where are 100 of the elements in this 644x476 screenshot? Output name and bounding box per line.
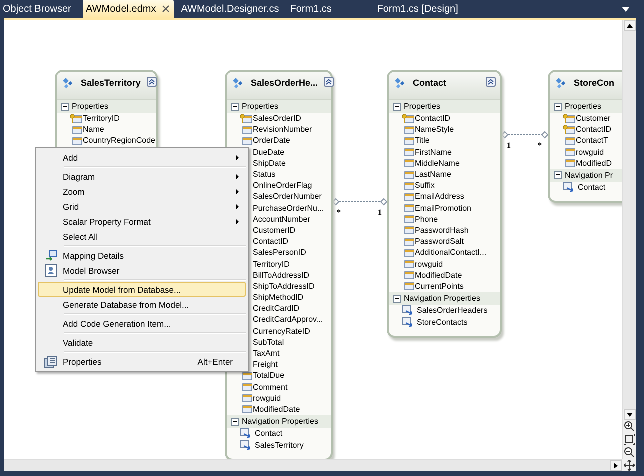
document-tab[interactable]: Object Browser bbox=[0, 0, 79, 18]
property-name[interactable]: CustomerID bbox=[253, 226, 296, 235]
navigation-property-name[interactable]: Contact bbox=[255, 429, 283, 438]
property-name[interactable]: CreditCardID bbox=[253, 304, 300, 314]
property-name[interactable]: OrderDate bbox=[253, 136, 290, 146]
up-arrow-icon bbox=[626, 24, 632, 28]
association-line[interactable] bbox=[332, 198, 388, 206]
property-name[interactable]: SalesOrderID bbox=[253, 114, 302, 124]
property-name[interactable]: OnlineOrderFlag bbox=[253, 181, 312, 190]
property-name[interactable]: AccountNumber bbox=[253, 214, 310, 224]
property-name[interactable]: TotalDue bbox=[253, 371, 285, 380]
scroll-right-button[interactable] bbox=[610, 460, 622, 471]
navigation-property-name[interactable]: StoreContacts bbox=[417, 318, 468, 327]
property-name[interactable]: ModifiedDate bbox=[253, 404, 300, 414]
entity-shape[interactable]: StoreCon Properties Customer ContactID ContactT rowguid ModifiedD Navigation Pr Contact bbox=[548, 70, 622, 204]
collapse-section-icon[interactable] bbox=[393, 102, 401, 110]
property-name[interactable]: rowguid bbox=[253, 394, 282, 403]
collapse-section-icon[interactable] bbox=[61, 102, 69, 110]
property-name[interactable]: ShipToAddressID bbox=[253, 282, 315, 291]
property-name[interactable]: Customer bbox=[576, 114, 611, 124]
collapse-section-icon[interactable] bbox=[231, 102, 239, 110]
property-name[interactable]: Status bbox=[253, 170, 276, 180]
property-name[interactable]: Title bbox=[415, 136, 430, 146]
vertical-scrollbar[interactable] bbox=[622, 20, 636, 459]
zoom-in-icon[interactable] bbox=[624, 421, 635, 432]
property-name[interactable]: Name bbox=[83, 125, 104, 134]
zoom-to-fit-icon[interactable] bbox=[624, 434, 635, 445]
scroll-down-button[interactable] bbox=[624, 409, 636, 420]
collapse-icon[interactable] bbox=[146, 77, 157, 87]
menu-item[interactable]: Zoom bbox=[38, 184, 246, 199]
menu-item[interactable]: Model Browser bbox=[38, 263, 246, 278]
property-name[interactable]: LastName bbox=[415, 170, 452, 180]
property-name[interactable]: TerritoryID bbox=[253, 260, 290, 269]
property-name[interactable]: ShipDate bbox=[253, 158, 286, 168]
property-name[interactable]: AdditionalContactI... bbox=[415, 248, 487, 258]
property-name[interactable]: PasswordSalt bbox=[415, 237, 464, 246]
property-name[interactable]: ShipMethodID bbox=[253, 293, 304, 302]
menu-item[interactable]: Generate Database from Model... bbox=[38, 297, 246, 312]
property-name[interactable]: FirstName bbox=[415, 148, 452, 157]
navigation-property-name[interactable]: Contact bbox=[578, 183, 606, 192]
property-name[interactable]: MiddleName bbox=[415, 158, 460, 168]
property-name[interactable]: SubTotal bbox=[253, 338, 284, 347]
close-icon[interactable] bbox=[162, 5, 170, 13]
collapse-icon[interactable] bbox=[486, 77, 496, 87]
property-name[interactable]: ModifiedDate bbox=[415, 270, 462, 280]
collapse-section-icon[interactable] bbox=[393, 294, 401, 302]
collapse-section-icon[interactable] bbox=[554, 102, 562, 110]
tab-list-dropdown-icon[interactable] bbox=[622, 6, 630, 12]
property-name[interactable]: rowguid bbox=[576, 148, 604, 157]
property-name[interactable]: SalesPersonID bbox=[253, 248, 306, 258]
property-name[interactable]: NameStyle bbox=[415, 125, 454, 134]
property-name[interactable]: Phone bbox=[415, 214, 438, 224]
menu-item[interactable]: Add bbox=[38, 150, 246, 165]
menu-item[interactable]: Grid bbox=[38, 199, 246, 214]
horizontal-scrollbar[interactable] bbox=[4, 459, 622, 471]
property-name[interactable]: ContactT bbox=[576, 136, 608, 146]
menu-item[interactable]: Mapping Details bbox=[38, 248, 246, 263]
scroll-up-button[interactable] bbox=[624, 20, 636, 31]
navigation-property-name[interactable]: SalesTerritory bbox=[255, 440, 304, 450]
menu-item[interactable]: Select All bbox=[38, 229, 246, 244]
document-tab[interactable]: AWModel.edmx bbox=[83, 0, 174, 18]
menu-item[interactable]: Update Model from Database... bbox=[38, 282, 246, 297]
property-name[interactable]: CurrencyRateID bbox=[253, 326, 310, 336]
menu-item[interactable]: Validate bbox=[38, 335, 246, 350]
property-name[interactable]: BillToAddressID bbox=[253, 270, 310, 280]
menu-item[interactable]: Add Code Generation Item... bbox=[38, 316, 246, 331]
property-name[interactable]: TerritoryID bbox=[83, 114, 120, 124]
property-name[interactable]: RevisionNumber bbox=[253, 125, 312, 134]
navigation-property-name[interactable]: SalesOrderHeaders bbox=[417, 306, 488, 316]
zoom-out-icon[interactable] bbox=[624, 447, 635, 458]
menu-item[interactable]: Properties Alt+Enter bbox=[38, 354, 246, 369]
property-name[interactable]: Comment bbox=[253, 382, 288, 392]
entity-shape[interactable] bbox=[387, 70, 502, 338]
document-tab[interactable]: Form1.cs [Design] bbox=[374, 0, 472, 18]
property-name[interactable]: ModifiedD bbox=[576, 158, 612, 168]
property-name[interactable]: SalesOrderNumber bbox=[253, 192, 322, 202]
pan-icon[interactable] bbox=[624, 460, 634, 470]
collapse-section-icon[interactable] bbox=[554, 171, 562, 180]
property-name[interactable]: EmailPromotion bbox=[415, 204, 472, 213]
property-name[interactable]: TaxAmt bbox=[253, 349, 280, 358]
property-name[interactable]: PurchaseOrderNu... bbox=[253, 204, 324, 213]
property-name[interactable]: Freight bbox=[253, 360, 278, 370]
property-name[interactable]: EmailAddress bbox=[415, 192, 464, 202]
property-name[interactable]: ContactID bbox=[253, 237, 289, 246]
property-name[interactable]: rowguid bbox=[415, 260, 444, 269]
property-name[interactable]: CreditCardApprov... bbox=[253, 315, 324, 324]
document-tab[interactable]: AWModel.Designer.cs bbox=[178, 0, 284, 18]
property-name[interactable]: ContactID bbox=[415, 114, 451, 124]
collapse-section-icon[interactable] bbox=[231, 418, 239, 426]
association-line[interactable] bbox=[501, 131, 549, 139]
property-name[interactable]: Suffix bbox=[415, 181, 435, 190]
menu-item[interactable]: Diagram bbox=[38, 169, 246, 184]
property-name[interactable]: DueDate bbox=[253, 148, 285, 157]
property-name[interactable]: CurrentPoints bbox=[415, 282, 464, 291]
collapse-icon[interactable] bbox=[324, 77, 334, 87]
property-name[interactable]: ContactID bbox=[576, 125, 612, 134]
property-name[interactable]: CountryRegionCode bbox=[83, 136, 156, 146]
property-name[interactable]: PasswordHash bbox=[415, 226, 469, 235]
menu-item[interactable]: Scalar Property Format bbox=[38, 214, 246, 229]
document-tab[interactable]: Form1.cs bbox=[287, 0, 370, 18]
